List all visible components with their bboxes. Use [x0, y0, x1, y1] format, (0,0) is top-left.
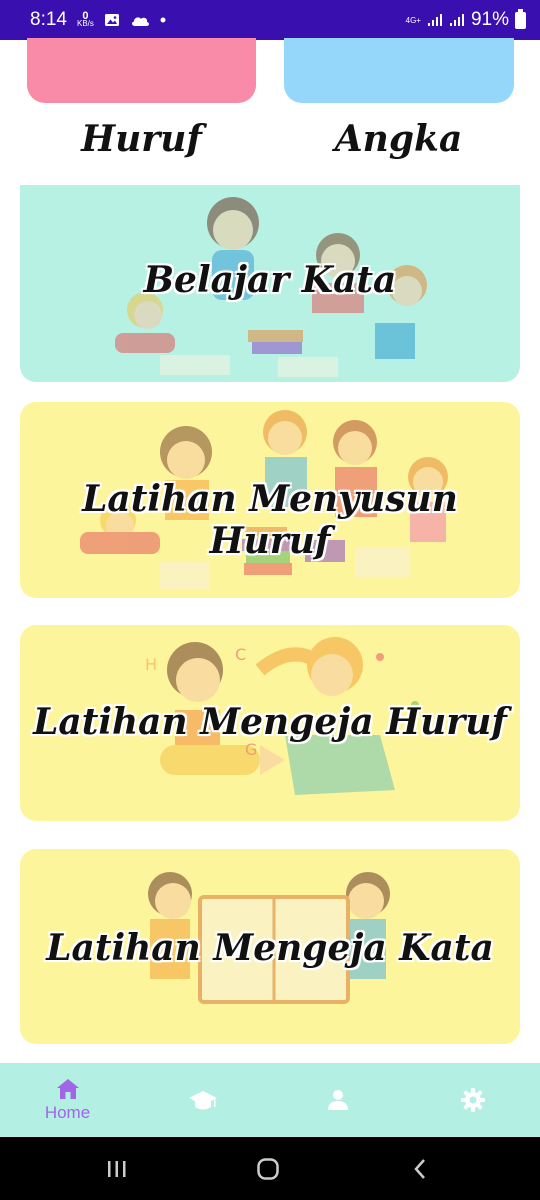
status-bar: 8:14 0 KB/s 4G+ 91% — [0, 0, 540, 40]
card-title: Latihan Mengeja Huruf — [33, 701, 507, 743]
signal-icon-2 — [449, 14, 464, 26]
status-time: 8:14 — [30, 9, 67, 30]
latihan-menyusun-huruf-card[interactable]: Latihan Menyusun Huruf — [20, 402, 520, 598]
latihan-mengeja-huruf-card[interactable]: H C G Latihan Mengeja Huruf — [20, 625, 520, 821]
nav-learn[interactable] — [135, 1063, 270, 1137]
card-title: Belajar Kata — [143, 259, 397, 301]
network-type: 4G+ — [405, 15, 421, 25]
svg-text:C: C — [235, 645, 246, 664]
graduation-cap-icon — [188, 1091, 217, 1110]
recent-apps-icon — [108, 1160, 126, 1177]
gallery-icon — [104, 14, 119, 26]
bottom-navigation: Home — [0, 1063, 540, 1137]
notification-dot-icon — [160, 17, 166, 23]
signal-icon — [427, 14, 442, 26]
battery-percent: 91% — [470, 9, 509, 30]
back-button[interactable] — [380, 1137, 460, 1200]
huruf-tile[interactable] — [27, 38, 256, 103]
nav-home[interactable]: Home — [0, 1063, 135, 1137]
nav-profile[interactable] — [270, 1063, 405, 1137]
battery-icon — [515, 8, 526, 29]
home-circle-icon — [257, 1157, 279, 1180]
system-navigation-bar — [0, 1137, 540, 1200]
home-icon — [56, 1079, 79, 1099]
person-icon — [327, 1090, 348, 1110]
angka-label[interactable]: Angka — [284, 118, 513, 160]
nav-home-label: Home — [44, 1103, 91, 1122]
home-button[interactable] — [228, 1137, 308, 1200]
svg-text:H: H — [145, 655, 157, 674]
back-chevron-icon — [414, 1158, 425, 1179]
gear-icon — [460, 1088, 485, 1112]
network-speed: 0 KB/s — [76, 10, 94, 28]
cloud-icon — [131, 17, 149, 26]
angka-tile[interactable] — [284, 38, 514, 103]
latihan-mengeja-kata-card[interactable]: Latihan Mengeja Kata — [20, 849, 520, 1044]
belajar-kata-card[interactable]: Belajar Kata — [20, 185, 520, 382]
recent-apps-button[interactable] — [77, 1137, 157, 1200]
nav-settings[interactable] — [405, 1063, 540, 1137]
card-title: Latihan Mengeja Kata — [46, 927, 494, 969]
card-title: Latihan Menyusun Huruf — [82, 478, 458, 562]
huruf-label[interactable]: Huruf — [27, 118, 256, 160]
